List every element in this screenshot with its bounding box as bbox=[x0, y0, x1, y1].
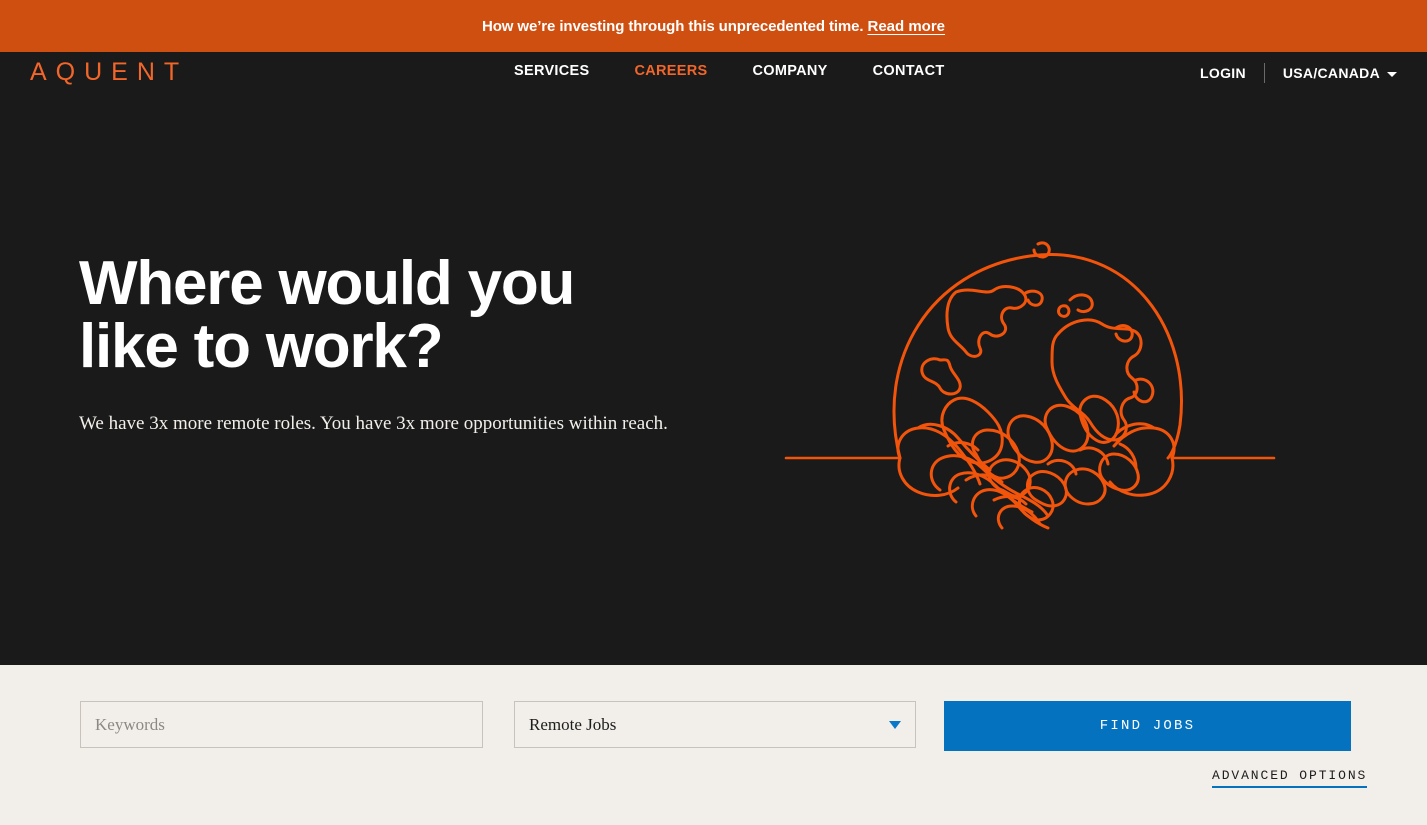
hero-title-line-1: Where would you bbox=[79, 249, 575, 318]
nav-item-company[interactable]: COMPANY bbox=[752, 63, 827, 79]
hero-title: Where would you like to work? bbox=[79, 252, 729, 378]
keywords-field-wrapper bbox=[80, 701, 483, 748]
hero-subtitle: We have 3x more remote roles. You have 3… bbox=[79, 413, 668, 435]
announcement-text: How we’re investing through this unprece… bbox=[481, 17, 864, 35]
nav-item-contact[interactable]: CONTACT bbox=[873, 63, 945, 79]
region-selector[interactable]: USA/CANADA bbox=[1265, 65, 1397, 81]
aquent-logo[interactable]: AQUENT bbox=[30, 60, 188, 85]
announcement-bar: How we’re investing through this unprece… bbox=[0, 0, 1427, 52]
nav-item-careers[interactable]: CAREERS bbox=[634, 63, 707, 79]
job-type-select[interactable]: Remote Jobs bbox=[514, 701, 916, 748]
hero-copy: Where would you like to work? We have 3x… bbox=[79, 252, 729, 440]
chevron-down-icon bbox=[1387, 71, 1397, 77]
advanced-options-link[interactable]: ADVANCED OPTIONS bbox=[1212, 768, 1368, 788]
main-navigation: AQUENT SERVICES CAREERS COMPANY CONTACT … bbox=[0, 52, 1427, 134]
nav-utility-links: LOGIN USA/CANADA bbox=[1200, 63, 1397, 83]
nav-links: SERVICES CAREERS COMPANY CONTACT bbox=[514, 63, 945, 79]
nav-item-services[interactable]: SERVICES bbox=[514, 63, 589, 79]
keywords-input[interactable] bbox=[80, 701, 483, 748]
hero-title-line-2: like to work? bbox=[79, 312, 444, 382]
login-link[interactable]: LOGIN bbox=[1200, 65, 1264, 81]
job-search-section: Remote Jobs FIND JOBS ADVANCED OPTIONS bbox=[0, 665, 1427, 825]
chevron-down-icon bbox=[889, 720, 901, 729]
globe-handshake-illustration bbox=[780, 200, 1280, 540]
announcement-read-more-link[interactable]: Read more bbox=[867, 18, 945, 35]
hero-section: AQUENT SERVICES CAREERS COMPANY CONTACT … bbox=[0, 52, 1427, 665]
job-type-select-value: Remote Jobs bbox=[529, 714, 617, 734]
find-jobs-button[interactable]: FIND JOBS bbox=[944, 701, 1351, 751]
region-selector-label: USA/CANADA bbox=[1282, 65, 1380, 81]
